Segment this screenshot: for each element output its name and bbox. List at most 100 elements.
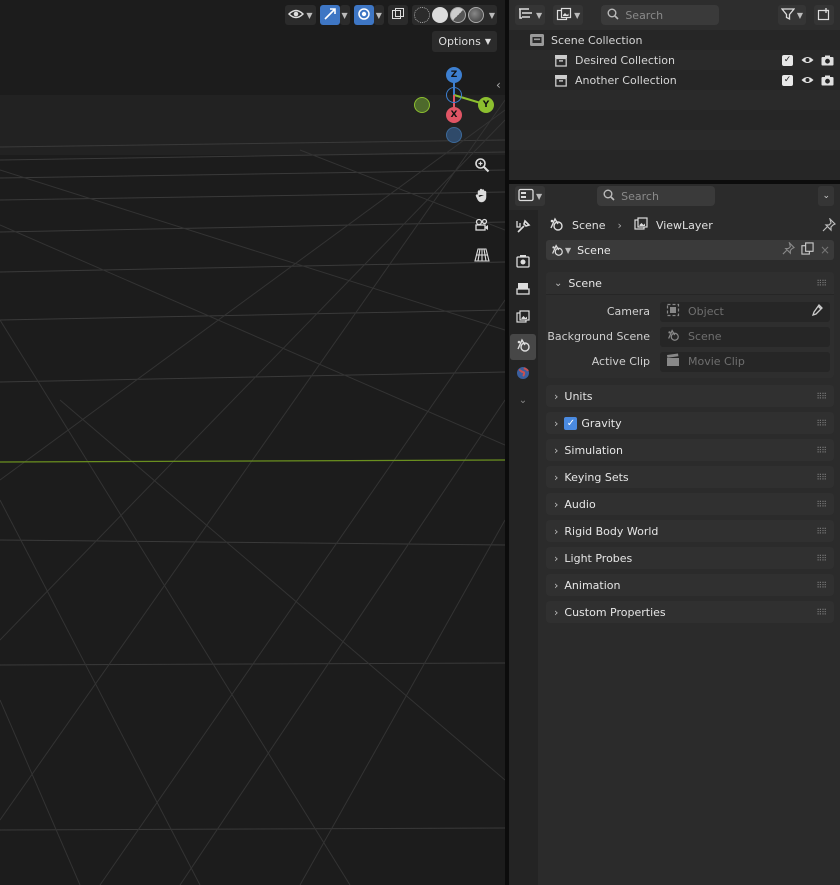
datablock-name[interactable]: Scene <box>577 244 776 257</box>
gravity-panel[interactable]: › ✓ Gravity ⠿⠿ <box>546 412 834 434</box>
overlays-dropdown[interactable]: ▼ <box>373 5 384 25</box>
view-layer-icon <box>556 7 572 24</box>
drag-grip-icon[interactable]: ⠿⠿ <box>816 473 827 482</box>
scene-datablock-selector[interactable]: ▼ Scene × <box>546 240 834 260</box>
navigation-gizmo[interactable]: Z Y X <box>410 65 500 145</box>
display-mode-dropdown[interactable]: ▼ <box>553 5 584 25</box>
render-camera-icon[interactable] <box>821 54 834 67</box>
gravity-checkbox[interactable]: ✓ <box>564 416 578 430</box>
eyedropper-icon[interactable] <box>810 303 824 320</box>
visibility-eye-icon[interactable] <box>801 74 814 87</box>
scene-panel-header[interactable]: ⌄ Scene ⠿⠿ <box>546 272 834 294</box>
units-panel[interactable]: › Units ⠿⠿ <box>546 385 834 407</box>
keying-sets-panel[interactable]: › Keying Sets ⠿⠿ <box>546 466 834 488</box>
search-placeholder: Search <box>625 8 664 22</box>
tab-scene[interactable] <box>510 334 536 360</box>
scene-icon <box>666 328 680 345</box>
visibility-dropdown[interactable]: ▼ <box>285 5 316 25</box>
fake-user-pin-icon[interactable] <box>782 241 795 258</box>
outliner-search-input[interactable]: Search <box>601 5 720 25</box>
perspective-grid-icon[interactable] <box>470 243 494 267</box>
breadcrumb-scene: Scene <box>572 218 606 232</box>
collection-row[interactable]: Desired Collection ✓ <box>509 50 840 70</box>
duplicate-icon[interactable] <box>801 242 814 258</box>
background-scene-row: Background Scene Scene <box>546 324 834 349</box>
axis-x-icon[interactable]: X <box>446 107 462 123</box>
drag-grip-icon[interactable]: ⠿⠿ <box>816 608 827 617</box>
tab-output[interactable] <box>510 278 536 304</box>
render-camera-icon[interactable] <box>821 74 834 87</box>
camera-row: Camera Object <box>546 299 834 324</box>
3d-viewport[interactable]: ▼ ▼ ▼ ▼ Options ▼ ‹ Z Y X <box>0 0 505 885</box>
light-probes-panel[interactable]: › Light Probes ⠿⠿ <box>546 547 834 569</box>
tab-world[interactable] <box>510 362 536 388</box>
scene-panel-body: Camera Object Background Scene Scene Act… <box>546 294 834 378</box>
viewport-header: ▼ ▼ ▼ ▼ <box>285 4 497 26</box>
background-scene-field[interactable]: Scene <box>660 326 830 347</box>
view-layer-icon <box>634 216 648 234</box>
active-clip-field[interactable]: Movie Clip <box>660 351 830 372</box>
drag-grip-icon[interactable]: ⠿⠿ <box>816 419 827 428</box>
properties-header: ▼ Search ⌄ <box>509 184 840 208</box>
tab-render[interactable] <box>510 250 536 276</box>
solid-shading-icon[interactable] <box>431 7 448 23</box>
camera-field[interactable]: Object <box>660 301 830 322</box>
chevron-down-icon[interactable]: ▼ <box>489 11 495 20</box>
tab-view-layer[interactable] <box>510 306 536 332</box>
pan-hand-icon[interactable] <box>470 183 494 207</box>
collection-row[interactable]: Another Collection ✓ <box>509 70 840 90</box>
camera-view-icon[interactable] <box>470 213 494 237</box>
outliner-editor: ▼ ▼ Search ▼ Scene Collection Desired Co… <box>509 0 840 180</box>
exclude-checkbox[interactable]: ✓ <box>781 74 794 87</box>
options-dropdown[interactable]: Options ▼ <box>432 31 497 52</box>
axis-neg-y-icon[interactable] <box>414 97 430 113</box>
axis-neg-z-icon[interactable] <box>446 87 462 103</box>
filter-dropdown[interactable]: ▼ <box>777 5 806 25</box>
scene-collection-row[interactable]: Scene Collection <box>509 30 840 50</box>
rendered-shading-icon[interactable] <box>467 7 484 23</box>
overlays-toggle[interactable] <box>353 5 374 25</box>
axis-neg-x-icon[interactable] <box>446 127 462 143</box>
tab-tool[interactable] <box>510 216 536 242</box>
xray-toggle[interactable] <box>387 5 408 25</box>
zoom-icon[interactable] <box>470 153 494 177</box>
chevron-down-icon: ▼ <box>375 10 382 20</box>
material-shading-icon[interactable] <box>449 7 466 23</box>
editor-type-dropdown[interactable]: ▼ <box>515 5 546 25</box>
drag-grip-icon[interactable]: ⠿⠿ <box>816 527 827 536</box>
scene-collection-icon <box>529 33 545 47</box>
drag-grip-icon[interactable]: ⠿⠿ <box>816 446 827 455</box>
axis-y-icon[interactable]: Y <box>478 97 494 113</box>
outliner-tree: Scene Collection Desired Collection ✓ An… <box>509 30 840 180</box>
chevron-down-icon: ▼ <box>796 10 803 20</box>
new-collection-button[interactable] <box>814 5 834 25</box>
visibility-eye-icon[interactable] <box>801 54 814 67</box>
animation-panel[interactable]: › Animation ⠿⠿ <box>546 574 834 596</box>
scene-icon <box>515 337 531 357</box>
close-icon[interactable]: × <box>820 243 830 257</box>
audio-panel[interactable]: › Audio ⠿⠿ <box>546 493 834 515</box>
simulation-panel[interactable]: › Simulation ⠿⠿ <box>546 439 834 461</box>
editor-type-dropdown[interactable]: ▼ <box>515 186 546 206</box>
properties-search-input[interactable]: Search <box>597 186 716 206</box>
gizmo-toggle[interactable] <box>319 5 340 25</box>
drag-grip-icon[interactable]: ⠿⠿ <box>816 279 827 288</box>
options-dropdown[interactable]: ⌄ <box>818 186 834 206</box>
pin-icon[interactable] <box>822 217 837 235</box>
wireframe-shading-icon[interactable] <box>413 7 430 23</box>
drag-grip-icon[interactable]: ⠿⠿ <box>816 554 827 563</box>
axis-z-icon[interactable]: Z <box>446 67 462 83</box>
movie-clip-icon <box>666 353 680 370</box>
drag-grip-icon[interactable]: ⠿⠿ <box>816 500 827 509</box>
properties-tabs: ⌄ <box>509 210 538 885</box>
properties-content: Scene › ViewLayer ▼ Scene × ⌄ Scene ⠿⠿ C… <box>538 210 840 885</box>
tab-more[interactable]: ⌄ <box>510 390 536 410</box>
drag-grip-icon[interactable]: ⠿⠿ <box>816 581 827 590</box>
drag-grip-icon[interactable]: ⠿⠿ <box>816 392 827 401</box>
chevron-right-icon: › <box>554 470 559 484</box>
rigid-body-world-panel[interactable]: › Rigid Body World ⠿⠿ <box>546 520 834 542</box>
gizmo-dropdown[interactable]: ▼ <box>339 5 350 25</box>
custom-properties-panel[interactable]: › Custom Properties ⠿⠿ <box>546 601 834 623</box>
exclude-checkbox[interactable]: ✓ <box>781 54 794 67</box>
background-scene-placeholder: Scene <box>688 330 722 343</box>
